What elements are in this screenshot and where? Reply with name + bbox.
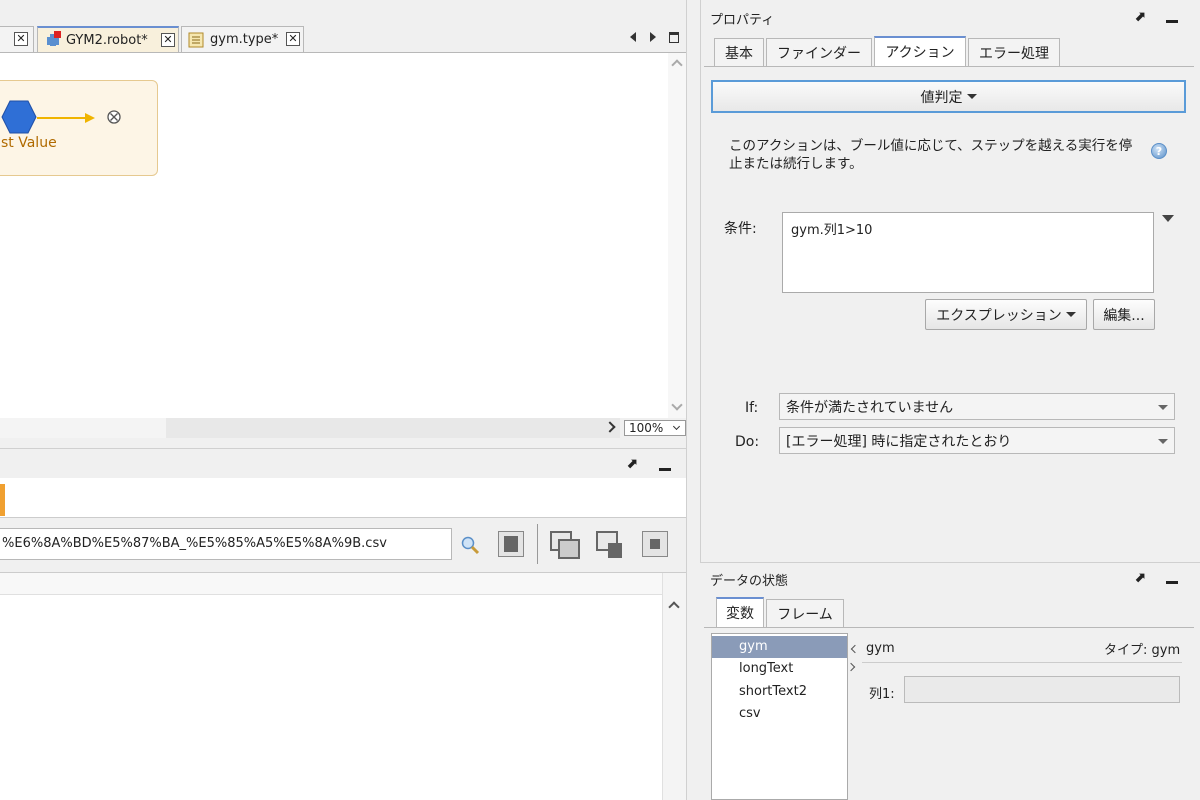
tree-header — [0, 573, 662, 595]
variable-detail-name: gym — [866, 641, 895, 656]
scroll-right-icon[interactable] — [604, 421, 616, 433]
frame-export-icon[interactable] — [550, 531, 580, 559]
close-icon[interactable]: ✕ — [14, 32, 28, 46]
maximize-icon[interactable]: ⬈ — [1134, 570, 1146, 586]
bottom-panel-divider — [0, 448, 688, 449]
step-box[interactable]: st Value — [0, 80, 158, 176]
scroll-down-icon[interactable] — [671, 399, 683, 411]
if-select[interactable]: 条件が満たされていません — [779, 393, 1175, 420]
type-file-icon — [188, 32, 204, 47]
expression-button[interactable]: エクスプレッション — [925, 299, 1087, 330]
end-node-icon[interactable] — [106, 109, 122, 125]
zoom-select[interactable]: 100% — [624, 420, 686, 436]
url-input[interactable]: %E6%8A%BD%E5%87%BA_%E5%85%A5%E5%8A%9B.cs… — [0, 528, 452, 560]
chevron-down-icon — [1065, 312, 1076, 317]
tab-label: gym.type* — [210, 32, 279, 47]
do-label: Do: — [735, 434, 760, 450]
help-icon[interactable]: ? — [1151, 143, 1167, 159]
data-state-tabbar-line — [704, 627, 1194, 628]
tab-basic[interactable]: 基本 — [714, 38, 764, 66]
variable-detail-type: タイプ: gym — [1104, 643, 1181, 658]
chevron-down-icon — [1158, 438, 1168, 444]
field-label: 列1: — [869, 687, 895, 702]
canvas-vertical-scrollbar[interactable] — [668, 53, 688, 418]
condition-menu-icon[interactable] — [1162, 215, 1174, 222]
list-item[interactable]: longText — [712, 658, 847, 680]
data-state-divider — [700, 562, 1200, 563]
tab-error-handling[interactable]: エラー処理 — [968, 38, 1060, 66]
tab-frames[interactable]: フレーム — [766, 599, 844, 627]
properties-tabbar-line — [704, 66, 1194, 67]
maximize-icon[interactable]: ⬈ — [1134, 9, 1146, 25]
tab-action[interactable]: アクション — [874, 36, 966, 66]
hexagon-step-icon[interactable] — [1, 99, 37, 135]
page-icon[interactable] — [498, 531, 524, 557]
minimize-icon[interactable] — [1166, 581, 1178, 584]
robot-canvas[interactable]: st Value — [0, 53, 668, 418]
list-item[interactable]: gym — [712, 636, 847, 658]
tab-finder[interactable]: ファインダー — [766, 38, 872, 66]
action-select-button[interactable]: 値判定 — [711, 80, 1186, 113]
scroll-up-icon[interactable] — [671, 59, 683, 71]
variable-list[interactable]: gym longText shortText2 csv — [711, 633, 848, 800]
list-item[interactable]: shortText2 — [712, 681, 847, 703]
condition-value: gym.列1>10 — [791, 223, 873, 238]
zoom-value: 100% — [629, 421, 664, 435]
properties-title: プロパティ — [710, 13, 775, 28]
do-select[interactable]: [エラー処理] 時に指定されたとおり — [779, 427, 1175, 454]
tab-gym-type[interactable]: gym.type* ✕ — [181, 26, 304, 52]
scroll-tabs-left-icon[interactable] — [630, 32, 636, 42]
robot-icon — [47, 31, 61, 46]
if-value: 条件が満たされていません — [786, 399, 954, 416]
scroll-tabs-right-icon[interactable] — [650, 32, 656, 42]
data-state-title: データの状態 — [710, 574, 789, 589]
minimize-icon[interactable] — [1166, 20, 1178, 23]
chevron-down-icon — [966, 94, 977, 99]
condition-label: 条件: — [724, 221, 757, 237]
detail-separator — [862, 662, 1182, 663]
tab-list-icon[interactable] — [669, 32, 679, 43]
chevron-down-icon — [672, 422, 681, 431]
edit-button[interactable]: 編集... — [1093, 299, 1155, 330]
step-label: st Value — [1, 135, 57, 151]
expression-button-label: エクスプレッション — [936, 307, 1062, 324]
close-icon[interactable]: ✕ — [161, 33, 175, 47]
chevron-down-icon — [1158, 404, 1168, 410]
window-divider[interactable] — [686, 0, 700, 800]
tab-gym2-robot[interactable]: GYM2.robot* ✕ — [37, 26, 179, 52]
scrollbar-thumb[interactable] — [0, 418, 166, 438]
if-label: If: — [745, 400, 759, 416]
canvas-horizontal-scrollbar[interactable] — [0, 418, 620, 438]
list-item[interactable]: csv — [712, 703, 847, 725]
bottom-tab-area — [0, 478, 688, 518]
search-icon[interactable] — [460, 535, 480, 555]
field-value-input[interactable] — [904, 676, 1180, 703]
frame-zoom-icon[interactable] — [642, 531, 668, 557]
maximize-icon[interactable]: ⬈ — [626, 456, 638, 472]
scroll-up-icon[interactable] — [668, 601, 680, 613]
action-description: このアクションは、ブール値に応じて、ステップを越える実行を停止または続行します。 — [729, 138, 1133, 172]
tab-label: GYM2.robot* — [66, 32, 148, 48]
tree-vertical-scrollbar[interactable] — [662, 573, 686, 800]
toolbar-separator — [537, 524, 538, 564]
frame-delete-icon[interactable] — [596, 531, 626, 559]
action-select-label: 値判定 — [920, 89, 963, 106]
bottom-active-tab-edge[interactable] — [0, 484, 5, 516]
collapse-left-icon[interactable] — [850, 644, 860, 654]
minimize-icon[interactable] — [659, 468, 671, 471]
do-value: [エラー処理] 時に指定されたとおり — [786, 433, 1012, 450]
condition-textarea[interactable]: gym.列1>10 — [782, 212, 1154, 293]
expand-right-icon[interactable] — [846, 662, 856, 672]
close-icon[interactable]: ✕ — [286, 32, 300, 46]
url-value: %E6%8A%BD%E5%87%BA_%E5%85%A5%E5%8A%9B.cs… — [2, 536, 387, 551]
tab-variables[interactable]: 変数 — [716, 597, 764, 627]
edit-button-label: 編集... — [1103, 307, 1145, 324]
arrow-icon — [37, 113, 95, 123]
partial-tab[interactable]: ✕ — [0, 26, 34, 52]
tree-view[interactable] — [0, 572, 686, 800]
